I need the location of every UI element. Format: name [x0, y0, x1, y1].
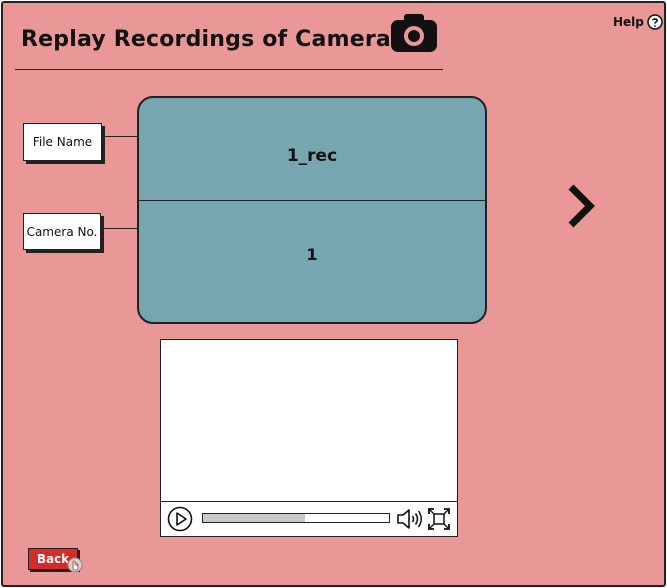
chevron-right-icon[interactable]: [566, 183, 596, 229]
page-title: Replay Recordings of Cameras: [21, 27, 405, 52]
title-divider: [15, 69, 443, 70]
info-divider: [139, 200, 485, 201]
camera-no-value: 1: [306, 245, 318, 264]
help-link[interactable]: Help: [613, 14, 663, 30]
file-name-label: File Name: [23, 123, 102, 161]
video-player[interactable]: [160, 339, 458, 537]
fullscreen-icon[interactable]: [427, 507, 451, 531]
camera-icon: [391, 14, 437, 52]
progress-fill: [203, 514, 306, 522]
volume-icon[interactable]: [396, 507, 424, 531]
camera-no-label: Camera No.: [23, 213, 101, 250]
hand-cursor-icon: [67, 557, 83, 573]
app-window: Replay Recordings of Cameras Help File N…: [1, 1, 666, 587]
file-name-value: 1_rec: [286, 146, 338, 166]
help-label: Help: [613, 15, 644, 29]
camera-no-connector: [100, 228, 137, 229]
player-controls: [161, 501, 457, 536]
file-name-connector: [101, 136, 137, 137]
progress-bar[interactable]: [202, 513, 390, 523]
play-circle-icon[interactable]: [167, 506, 193, 532]
recording-info-card: 1_rec 1: [137, 96, 487, 324]
question-circle-icon: [647, 14, 663, 30]
